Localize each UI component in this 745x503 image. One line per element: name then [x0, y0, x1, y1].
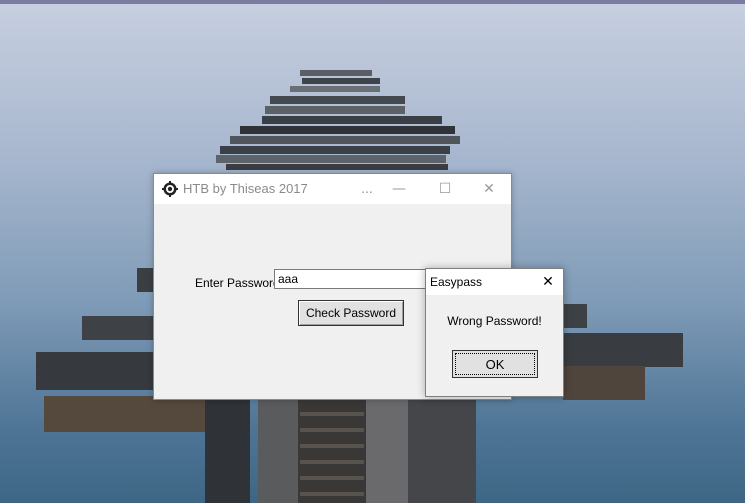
- check-password-button[interactable]: Check Password: [298, 300, 404, 326]
- message-box-text: Wrong Password!: [447, 314, 542, 328]
- message-box-dialog[interactable]: Easypass ✕ Wrong Password! OK: [425, 268, 564, 397]
- message-box-title: Easypass: [430, 275, 483, 289]
- message-box-titlebar[interactable]: Easypass ✕: [426, 269, 563, 295]
- ok-button[interactable]: OK: [452, 350, 538, 378]
- minimize-button[interactable]: —: [376, 174, 422, 204]
- maximize-button[interactable]: ☐: [422, 174, 468, 204]
- password-label: Enter Password: [195, 276, 280, 290]
- desktop-top-strip: [0, 0, 745, 4]
- close-button[interactable]: ✕: [466, 174, 512, 204]
- main-window-titlebar[interactable]: HTB by Thiseas 2017 ... — ☐ ✕: [154, 174, 511, 204]
- main-window-title: HTB by Thiseas 2017: [183, 181, 308, 196]
- message-box-close-button[interactable]: ✕: [533, 269, 563, 295]
- gear-app-icon: [162, 181, 178, 197]
- password-input[interactable]: [274, 269, 428, 289]
